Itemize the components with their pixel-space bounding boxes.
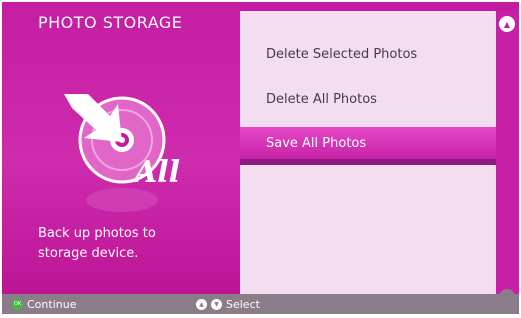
svg-text:All: All: [131, 155, 180, 190]
menu-item-label: Delete Selected Photos: [266, 46, 418, 62]
down-arrow-icon: ▼: [211, 298, 222, 310]
up-arrow-icon: ▲: [196, 298, 207, 310]
left-panel: PHOTO STORAGE All Back up photos to stor…: [2, 2, 240, 294]
scrollbar[interactable]: ▲ ▼: [496, 11, 519, 305]
backup-all-icon: All: [54, 82, 204, 222]
description-text: Back up photos to storage device.: [38, 224, 228, 264]
description-line-2: storage device.: [38, 246, 139, 261]
menu-item-save-all[interactable]: Save All Photos: [240, 127, 496, 165]
continue-hint: OK Continue: [12, 294, 76, 314]
photo-storage-screen: PHOTO STORAGE All Back up photos to stor…: [2, 2, 519, 314]
continue-label: Continue: [27, 297, 77, 311]
menu-item-label: Save All Photos: [266, 135, 367, 151]
menu-item-delete-all[interactable]: Delete All Photos: [240, 83, 496, 115]
select-label: Select: [226, 297, 260, 311]
footer-bar: OK Continue ▲ ▼ Select: [2, 294, 519, 314]
select-hint: ▲ ▼ Select: [196, 294, 260, 314]
menu-item-delete-selected[interactable]: Delete Selected Photos: [240, 38, 496, 70]
description-line-1: Back up photos to: [38, 226, 156, 241]
ok-button-icon: OK: [12, 298, 23, 310]
page-title: PHOTO STORAGE: [38, 13, 183, 32]
scroll-up-icon[interactable]: ▲: [499, 16, 515, 32]
menu-item-label: Delete All Photos: [266, 91, 377, 107]
menu-list: Delete Selected Photos Delete All Photos…: [240, 11, 496, 294]
